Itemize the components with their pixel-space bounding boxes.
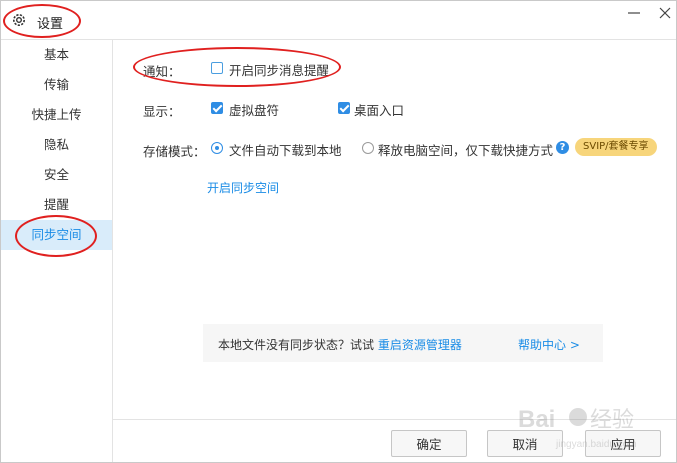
gear-icon — [13, 14, 25, 26]
notify-label: 通知： — [143, 64, 181, 79]
sidebar-item-reminder[interactable]: 提醒 — [1, 190, 112, 220]
storage-mode-label: 存储模式： — [143, 144, 206, 159]
display-label: 显示： — [143, 104, 181, 119]
desktop-entry-label[interactable]: 桌面入口 — [354, 100, 404, 119]
sidebar-item-quick-upload[interactable]: 快捷上传 — [1, 100, 112, 130]
sidebar-item-sync-space[interactable]: 同步空间 — [1, 220, 112, 250]
virtual-drive-checkbox[interactable] — [211, 102, 223, 114]
svip-badge: SVIP/套餐专享 — [575, 138, 657, 156]
question-icon[interactable]: ? — [556, 141, 569, 154]
sidebar-item-basic[interactable]: 基本 — [1, 40, 112, 70]
settings-sidebar: 基本 传输 快捷上传 隐私 安全 提醒 同步空间 — [1, 40, 113, 462]
svg-text:jingyan.baidu.com: jingyan.baidu.com — [555, 439, 637, 450]
ok-button[interactable]: 确定 — [391, 430, 467, 457]
tip-text: 本地文件没有同步状态？试试 重启资源管理器 — [218, 336, 462, 353]
close-icon[interactable] — [657, 5, 673, 21]
settings-window: 设置 基本 传输 快捷上传 隐私 安全 提醒 同步空间 通知： 开启同步消息提醒… — [0, 0, 677, 463]
enable-sync-space-link[interactable]: 开启同步空间 — [207, 179, 279, 196]
svg-text:Bai: Bai — [518, 406, 555, 433]
sidebar-item-security[interactable]: 安全 — [1, 160, 112, 190]
tip-message: 本地文件没有同步状态？试试 — [218, 338, 375, 352]
svg-text:经验: 经验 — [590, 407, 634, 432]
auto-download-radio[interactable] — [211, 142, 223, 154]
auto-download-label[interactable]: 文件自动下载到本地 — [229, 140, 342, 159]
restart-explorer-link[interactable]: 重启资源管理器 — [378, 338, 462, 352]
tip-bar: 本地文件没有同步状态？试试 重启资源管理器 帮助中心 > — [203, 324, 603, 362]
desktop-entry-checkbox[interactable] — [338, 102, 350, 114]
free-space-radio[interactable] — [362, 142, 374, 154]
title-bar: 设置 — [1, 1, 676, 40]
virtual-drive-label[interactable]: 虚拟盘符 — [229, 100, 279, 119]
baidu-watermark-logo: Bai 经验 jingyan.baidu.com — [518, 406, 637, 450]
window-title: 设置 — [37, 17, 64, 32]
notify-option-label[interactable]: 开启同步消息提醒 — [229, 60, 329, 79]
notify-checkbox[interactable] — [211, 62, 223, 74]
free-space-label[interactable]: 释放电脑空间，仅下载快捷方式 — [378, 140, 553, 159]
sidebar-item-privacy[interactable]: 隐私 — [1, 130, 112, 160]
minimize-icon[interactable] — [627, 7, 641, 19]
sidebar-item-transfer[interactable]: 传输 — [1, 70, 112, 100]
help-center-link[interactable]: 帮助中心 > — [518, 336, 580, 353]
